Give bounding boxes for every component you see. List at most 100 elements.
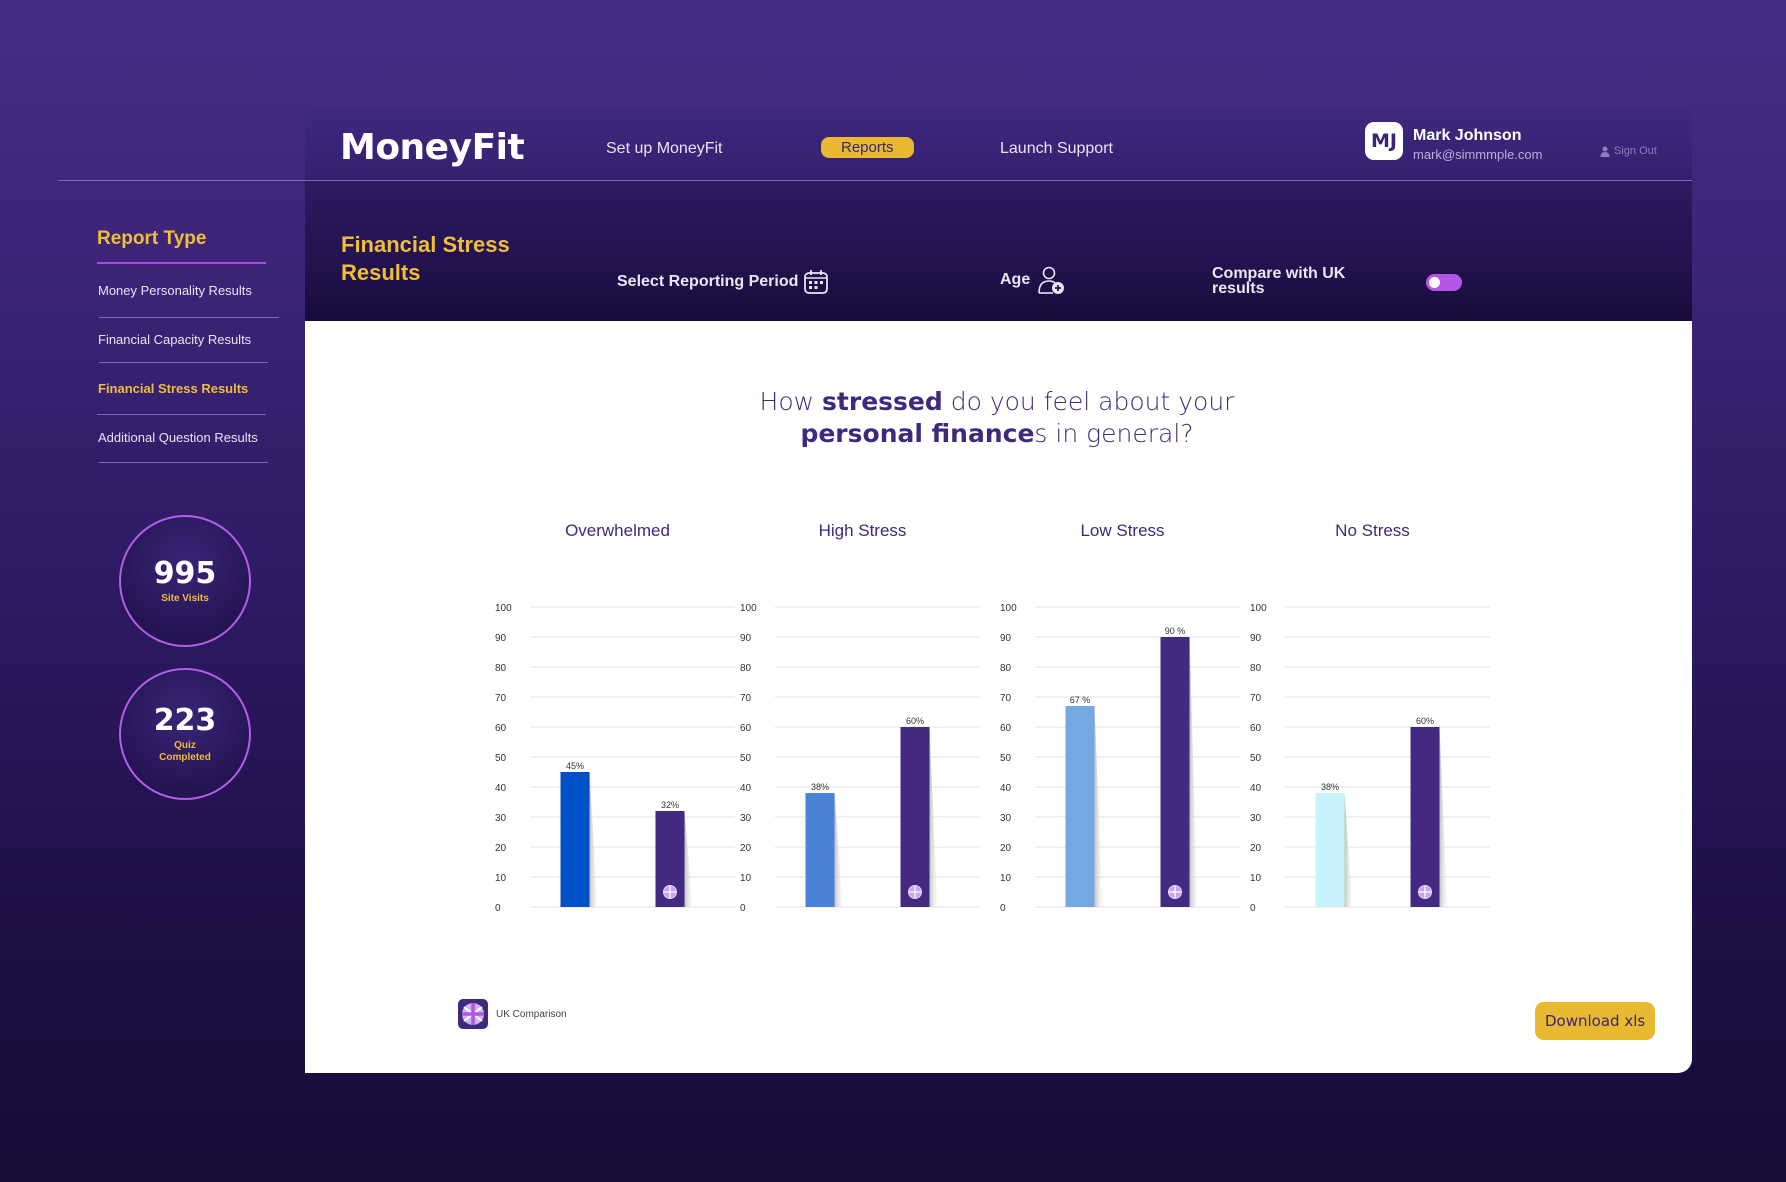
chart-canvas: 0 10 20 30 40 50 60 70 80 90 100 45% 32% [495, 603, 735, 914]
bar-your-results [1315, 793, 1345, 907]
sidebar-item-money-personality[interactable]: Money Personality Results [98, 283, 252, 298]
y-tick-label: 80 [1000, 663, 1012, 674]
y-tick-label: 70 [1000, 693, 1012, 704]
question-text: How [759, 387, 823, 416]
y-tick-label: 80 [1250, 663, 1262, 674]
y-tick-label: 60 [1250, 723, 1262, 734]
y-tick-label: 30 [740, 813, 752, 824]
report-panel: How stressed do you feel about your perso… [305, 321, 1692, 1073]
nav-reports[interactable]: Reports [821, 137, 914, 158]
bar-your-results [805, 793, 835, 907]
y-tick-label: 20 [740, 843, 752, 854]
chart-title: Overwhelmed [565, 521, 670, 540]
y-tick-label: 80 [740, 663, 752, 674]
y-tick-label: 50 [740, 753, 752, 764]
y-tick-label: 40 [740, 783, 752, 794]
nav-setup-moneyfit[interactable]: Set up MoneyFit [606, 140, 723, 158]
chart-legend: UK Comparison [458, 999, 567, 1029]
y-tick-label: 100 [495, 603, 512, 614]
sidebar-item-additional-question[interactable]: Additional Question Results [98, 430, 258, 445]
bar-shadow [684, 811, 693, 907]
y-tick-label: 50 [1250, 753, 1262, 764]
y-tick-label: 90 [740, 633, 752, 644]
sign-out-button[interactable]: Sign Out [1600, 145, 1657, 157]
download-xls-button[interactable]: Download xls [1535, 1002, 1656, 1040]
chart-high-stress: High Stress 0 10 20 30 40 50 60 70 80 90 100 38% 60% [740, 521, 985, 941]
y-tick-label: 20 [1000, 843, 1012, 854]
chart-no-stress: No Stress 0 10 20 30 40 50 60 70 80 90 100 38% 60% [1250, 521, 1495, 941]
stat-label: Quiz Completed [159, 739, 211, 763]
sidebar-item-financial-capacity[interactable]: Financial Capacity Results [98, 332, 251, 347]
data-label: 90 % [1165, 626, 1186, 636]
bar-shadow [834, 793, 843, 907]
stat-quiz-completed: 223 Quiz Completed [119, 668, 251, 800]
uk-flag-icon [458, 999, 488, 1029]
bar-shadow [1344, 793, 1353, 907]
chart-overwhelmed: Overwhelmed 0 10 20 30 40 50 60 70 80 90 100 45% 32% [495, 521, 740, 941]
y-tick-label: 10 [1250, 873, 1262, 884]
stat-label: Site Visits [161, 592, 209, 604]
data-label: 60% [906, 716, 924, 726]
y-tick-label: 100 [740, 603, 757, 614]
y-tick-label: 90 [1000, 633, 1012, 644]
reporting-period-filter[interactable]: Select Reporting Period [617, 268, 830, 296]
avatar[interactable]: MJ [1365, 122, 1403, 160]
y-tick-label: 10 [740, 873, 752, 884]
y-tick-label: 100 [1250, 603, 1267, 614]
question-text: s in general? [1034, 419, 1194, 448]
compare-uk-toggle[interactable] [1426, 274, 1462, 291]
chart-canvas: 0 10 20 30 40 50 60 70 80 90 100 38% 60% [740, 603, 980, 914]
heading-underline [97, 262, 266, 264]
y-tick-label: 20 [495, 843, 507, 854]
bar-shadow [1189, 637, 1198, 907]
bar-uk-comparison [1410, 727, 1440, 907]
user-name: Mark Johnson [1413, 127, 1522, 144]
y-tick-label: 70 [1250, 693, 1262, 704]
y-tick-label: 90 [495, 633, 507, 644]
calendar-icon [804, 270, 829, 294]
bar-uk-comparison [900, 727, 930, 907]
report-type-heading: Report Type [97, 228, 207, 249]
sidebar-divider [99, 317, 279, 318]
bar-your-results [1065, 706, 1095, 907]
reporting-period-label: Select Reporting Period [617, 273, 799, 290]
data-label: 60% [1416, 716, 1434, 726]
y-tick-label: 80 [495, 663, 507, 674]
question-emphasis: personal finance [800, 419, 1035, 448]
app-logo[interactable]: MoneyFit [340, 127, 525, 168]
y-tick-label: 50 [495, 753, 507, 764]
bar-shadow [589, 772, 598, 907]
chart-canvas: 0 10 20 30 40 50 60 70 80 90 100 38% 60% [1250, 603, 1490, 914]
nav-launch-support[interactable]: Launch Support [1000, 140, 1113, 158]
data-label: 45% [566, 761, 584, 771]
question-emphasis: stressed [822, 387, 943, 416]
chart-canvas: 0 10 20 30 40 50 60 70 80 90 100 67 % 90 % [1000, 603, 1240, 914]
chart-low-stress: Low Stress 0 10 20 30 40 50 60 70 80 90 100 67 % 90 … [1000, 521, 1245, 941]
y-tick-label: 20 [1250, 843, 1262, 854]
y-tick-label: 60 [495, 723, 507, 734]
y-tick-label: 10 [495, 873, 507, 884]
stat-value: 995 [153, 555, 217, 591]
data-label: 67 % [1070, 695, 1091, 705]
sidebar-item-financial-stress[interactable]: Financial Stress Results [98, 381, 248, 396]
chart-title: No Stress [1335, 521, 1410, 540]
toggle-knob [1429, 277, 1440, 288]
age-filter[interactable]: Age [1000, 265, 1066, 295]
y-tick-label: 40 [495, 783, 507, 794]
bar-uk-comparison [1160, 637, 1190, 907]
legend-label: UK Comparison [496, 1008, 567, 1020]
y-tick-label: 0 [740, 903, 746, 914]
y-tick-label: 60 [740, 723, 752, 734]
chart-title: Low Stress [1080, 521, 1165, 540]
y-tick-label: 40 [1250, 783, 1262, 794]
age-label: Age [1000, 271, 1031, 288]
user-email: mark@simmmple.com [1413, 147, 1543, 162]
sidebar-divider [97, 414, 266, 415]
y-tick-label: 0 [1000, 903, 1006, 914]
y-tick-label: 60 [1000, 723, 1012, 734]
question-text: do you feel about your [942, 387, 1235, 416]
data-label: 32% [661, 800, 679, 810]
chart-title: High Stress [818, 521, 907, 540]
y-tick-label: 0 [495, 903, 501, 914]
y-tick-label: 90 [1250, 633, 1262, 644]
